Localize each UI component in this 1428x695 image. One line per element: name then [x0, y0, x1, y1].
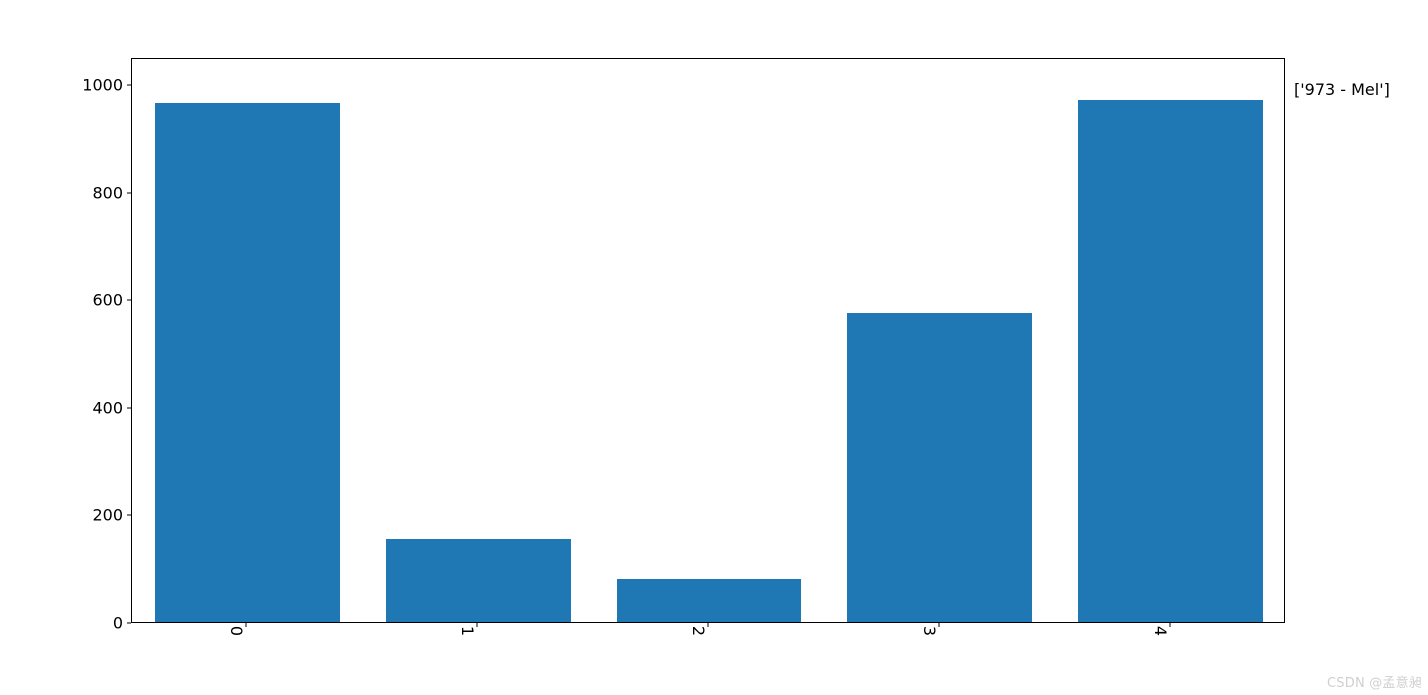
plot-area: [132, 59, 1284, 622]
y-tick-label: 0: [113, 614, 123, 633]
y-tick-label: 1000: [82, 75, 123, 94]
x-tick-label: 0: [227, 626, 246, 636]
bar: [617, 579, 802, 622]
y-tick-mark: [127, 84, 131, 85]
x-tick-label: 2: [689, 626, 708, 636]
y-axis: 02004006008001000: [0, 58, 131, 623]
bar: [1078, 100, 1263, 622]
y-tick-label: 200: [92, 506, 123, 525]
chart-title: ['973 - Mel']: [1294, 80, 1390, 99]
x-axis: 0 1 2 3 4: [131, 623, 1285, 695]
x-tick-label: 1: [458, 626, 477, 636]
y-tick-mark: [127, 192, 131, 193]
bar: [847, 313, 1032, 622]
x-tick-label: 3: [920, 626, 939, 636]
y-tick-label: 600: [92, 291, 123, 310]
bar: [386, 539, 571, 622]
watermark: CSDN @孟意昶: [1327, 672, 1422, 691]
y-tick-mark: [127, 515, 131, 516]
bar: [155, 103, 340, 622]
y-tick-mark: [127, 407, 131, 408]
figure: 0 200 400 600 800 1000 0 1 2 3 4 ['973 - Mel'] CS…: [0, 0, 1428, 695]
y-tick-label: 400: [92, 398, 123, 417]
x-tick-label: 4: [1151, 626, 1170, 636]
y-tick-mark: [127, 300, 131, 301]
x-tick-mark: [246, 623, 247, 627]
chart-axes: [131, 58, 1285, 623]
y-tick-label: 800: [92, 183, 123, 202]
